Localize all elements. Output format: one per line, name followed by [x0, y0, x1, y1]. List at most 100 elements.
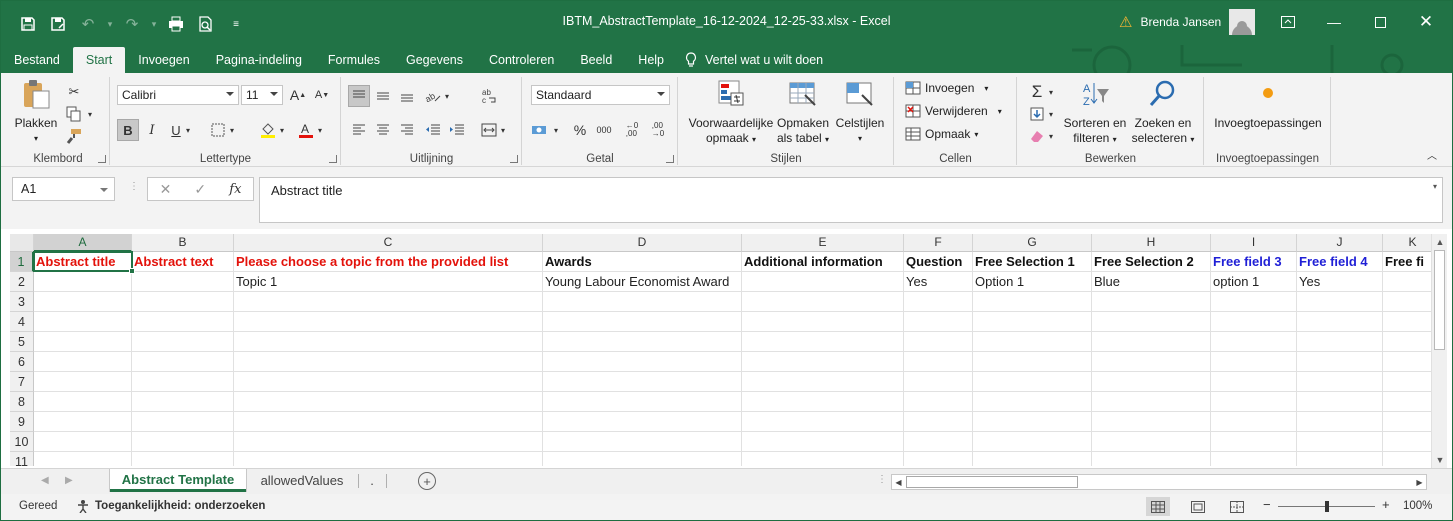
accessibility-checker[interactable]: Toegankelijkheid: onderzoeken	[76, 499, 265, 513]
cell-C11[interactable]	[234, 452, 543, 466]
page-layout-view-icon[interactable]	[1186, 497, 1210, 516]
cell-I2[interactable]: option 1	[1211, 272, 1297, 292]
cell-G4[interactable]	[973, 312, 1092, 332]
bold-button[interactable]: B	[117, 119, 139, 141]
row-header[interactable]: 5	[10, 332, 34, 352]
sheet-prev-icon[interactable]: ◀	[41, 475, 49, 486]
paste-button[interactable]: Plakken ▾	[13, 79, 59, 146]
minimize-icon[interactable]: —	[1319, 9, 1349, 35]
cell-A10[interactable]	[34, 432, 132, 452]
row-header[interactable]: 7	[10, 372, 34, 392]
cell-styles-button[interactable]: Celstijlen ▾	[833, 79, 887, 146]
cell-H10[interactable]	[1092, 432, 1211, 452]
cell-K10[interactable]	[1383, 432, 1431, 452]
row-header[interactable]: 10	[10, 432, 34, 452]
percent-button[interactable]: %	[569, 119, 591, 141]
customize-icon[interactable]: ≡	[223, 11, 249, 37]
sheet-next-icon[interactable]: ▶	[65, 475, 73, 486]
cell-I11[interactable]	[1211, 452, 1297, 466]
cell-J3[interactable]	[1297, 292, 1383, 312]
name-box[interactable]: A1	[12, 177, 115, 201]
cell-K5[interactable]	[1383, 332, 1431, 352]
insert-cells-button[interactable]: Invoegen ▾	[905, 81, 988, 95]
tab-start[interactable]: Start	[72, 47, 126, 73]
enter-icon[interactable]: ✓	[194, 181, 206, 198]
cell-K1[interactable]: Free fi	[1383, 252, 1431, 272]
zoom-in-button[interactable]: +	[1382, 497, 1390, 512]
formula-input[interactable]: Abstract title	[259, 177, 1443, 223]
column-header[interactable]: I	[1211, 234, 1297, 252]
cell-D1[interactable]: Awards	[543, 252, 742, 272]
cell-C3[interactable]	[234, 292, 543, 312]
tab-gegevens[interactable]: Gegevens	[393, 47, 476, 73]
cell-A8[interactable]	[34, 392, 132, 412]
alignment-launcher-icon[interactable]	[510, 155, 518, 163]
tab-invoegen[interactable]: Invoegen	[125, 47, 202, 73]
column-header[interactable]: D	[543, 234, 742, 252]
sort-filter-button[interactable]: AZ Sorteren en filteren ▾	[1060, 79, 1130, 147]
autosum-icon[interactable]: Σ	[1026, 81, 1048, 103]
borders-dropdown-icon[interactable]: ▾	[227, 119, 237, 141]
zoom-out-button[interactable]: −	[1263, 497, 1271, 512]
cell-F10[interactable]	[904, 432, 973, 452]
column-header[interactable]: A	[34, 234, 132, 252]
copy-icon[interactable]	[63, 103, 85, 125]
cell-C6[interactable]	[234, 352, 543, 372]
row-header[interactable]: 8	[10, 392, 34, 412]
cell-B6[interactable]	[132, 352, 234, 372]
align-center-icon[interactable]	[372, 119, 394, 141]
cell-A1[interactable]: Abstract title	[34, 252, 132, 272]
cell-J6[interactable]	[1297, 352, 1383, 372]
cell-I9[interactable]	[1211, 412, 1297, 432]
cell-F7[interactable]	[904, 372, 973, 392]
cell-D11[interactable]	[543, 452, 742, 466]
cell-E5[interactable]	[742, 332, 904, 352]
cancel-icon[interactable]: ✕	[160, 181, 172, 198]
cell-A9[interactable]	[34, 412, 132, 432]
font-size-select[interactable]: 11	[241, 85, 283, 105]
clipboard-launcher-icon[interactable]	[98, 155, 106, 163]
cell-F9[interactable]	[904, 412, 973, 432]
decrease-decimal-icon[interactable]: ,00 →0	[647, 119, 669, 141]
cell-E2[interactable]	[742, 272, 904, 292]
cell-C7[interactable]	[234, 372, 543, 392]
zoom-slider-knob[interactable]	[1325, 501, 1329, 512]
row-header[interactable]: 2	[10, 272, 34, 292]
increase-decimal-icon[interactable]: ←0,00	[621, 119, 643, 141]
cell-H5[interactable]	[1092, 332, 1211, 352]
row-header[interactable]: 1	[10, 252, 34, 272]
column-header[interactable]: C	[234, 234, 543, 252]
find-select-button[interactable]: Zoeken en selecteren ▾	[1128, 79, 1198, 147]
page-break-view-icon[interactable]	[1225, 497, 1249, 516]
font-color-dropdown-icon[interactable]: ▾	[315, 119, 325, 141]
avatar[interactable]	[1229, 9, 1256, 35]
cell-H9[interactable]	[1092, 412, 1211, 432]
cell-C4[interactable]	[234, 312, 543, 332]
cell-F4[interactable]	[904, 312, 973, 332]
cell-K8[interactable]	[1383, 392, 1431, 412]
orientation-dropdown-icon[interactable]: ▾	[442, 85, 452, 107]
underline-dropdown-icon[interactable]: ▾	[183, 119, 193, 141]
tab-formules[interactable]: Formules	[315, 47, 393, 73]
collapse-ribbon-icon[interactable]: ︿	[1425, 147, 1439, 162]
font-color-icon[interactable]: A	[295, 119, 317, 141]
normal-view-icon[interactable]	[1146, 497, 1170, 516]
tab-help[interactable]: Help	[625, 47, 677, 73]
cell-K3[interactable]	[1383, 292, 1431, 312]
fill-icon[interactable]	[1026, 103, 1048, 125]
align-left-icon[interactable]	[348, 119, 370, 141]
cell-A5[interactable]	[34, 332, 132, 352]
cell-E4[interactable]	[742, 312, 904, 332]
cell-A3[interactable]	[34, 292, 132, 312]
cell-I10[interactable]	[1211, 432, 1297, 452]
cell-F3[interactable]	[904, 292, 973, 312]
orientation-icon[interactable]: ab	[422, 85, 444, 107]
cell-J5[interactable]	[1297, 332, 1383, 352]
horizontal-scrollbar[interactable]: ◀ ▶	[891, 474, 1427, 490]
expand-formula-icon[interactable]: ▾	[1433, 182, 1437, 191]
zoom-level[interactable]: 100%	[1403, 500, 1432, 512]
cell-D3[interactable]	[543, 292, 742, 312]
cell-E10[interactable]	[742, 432, 904, 452]
align-bottom-icon[interactable]	[396, 85, 418, 107]
merge-center-icon[interactable]	[478, 119, 500, 141]
